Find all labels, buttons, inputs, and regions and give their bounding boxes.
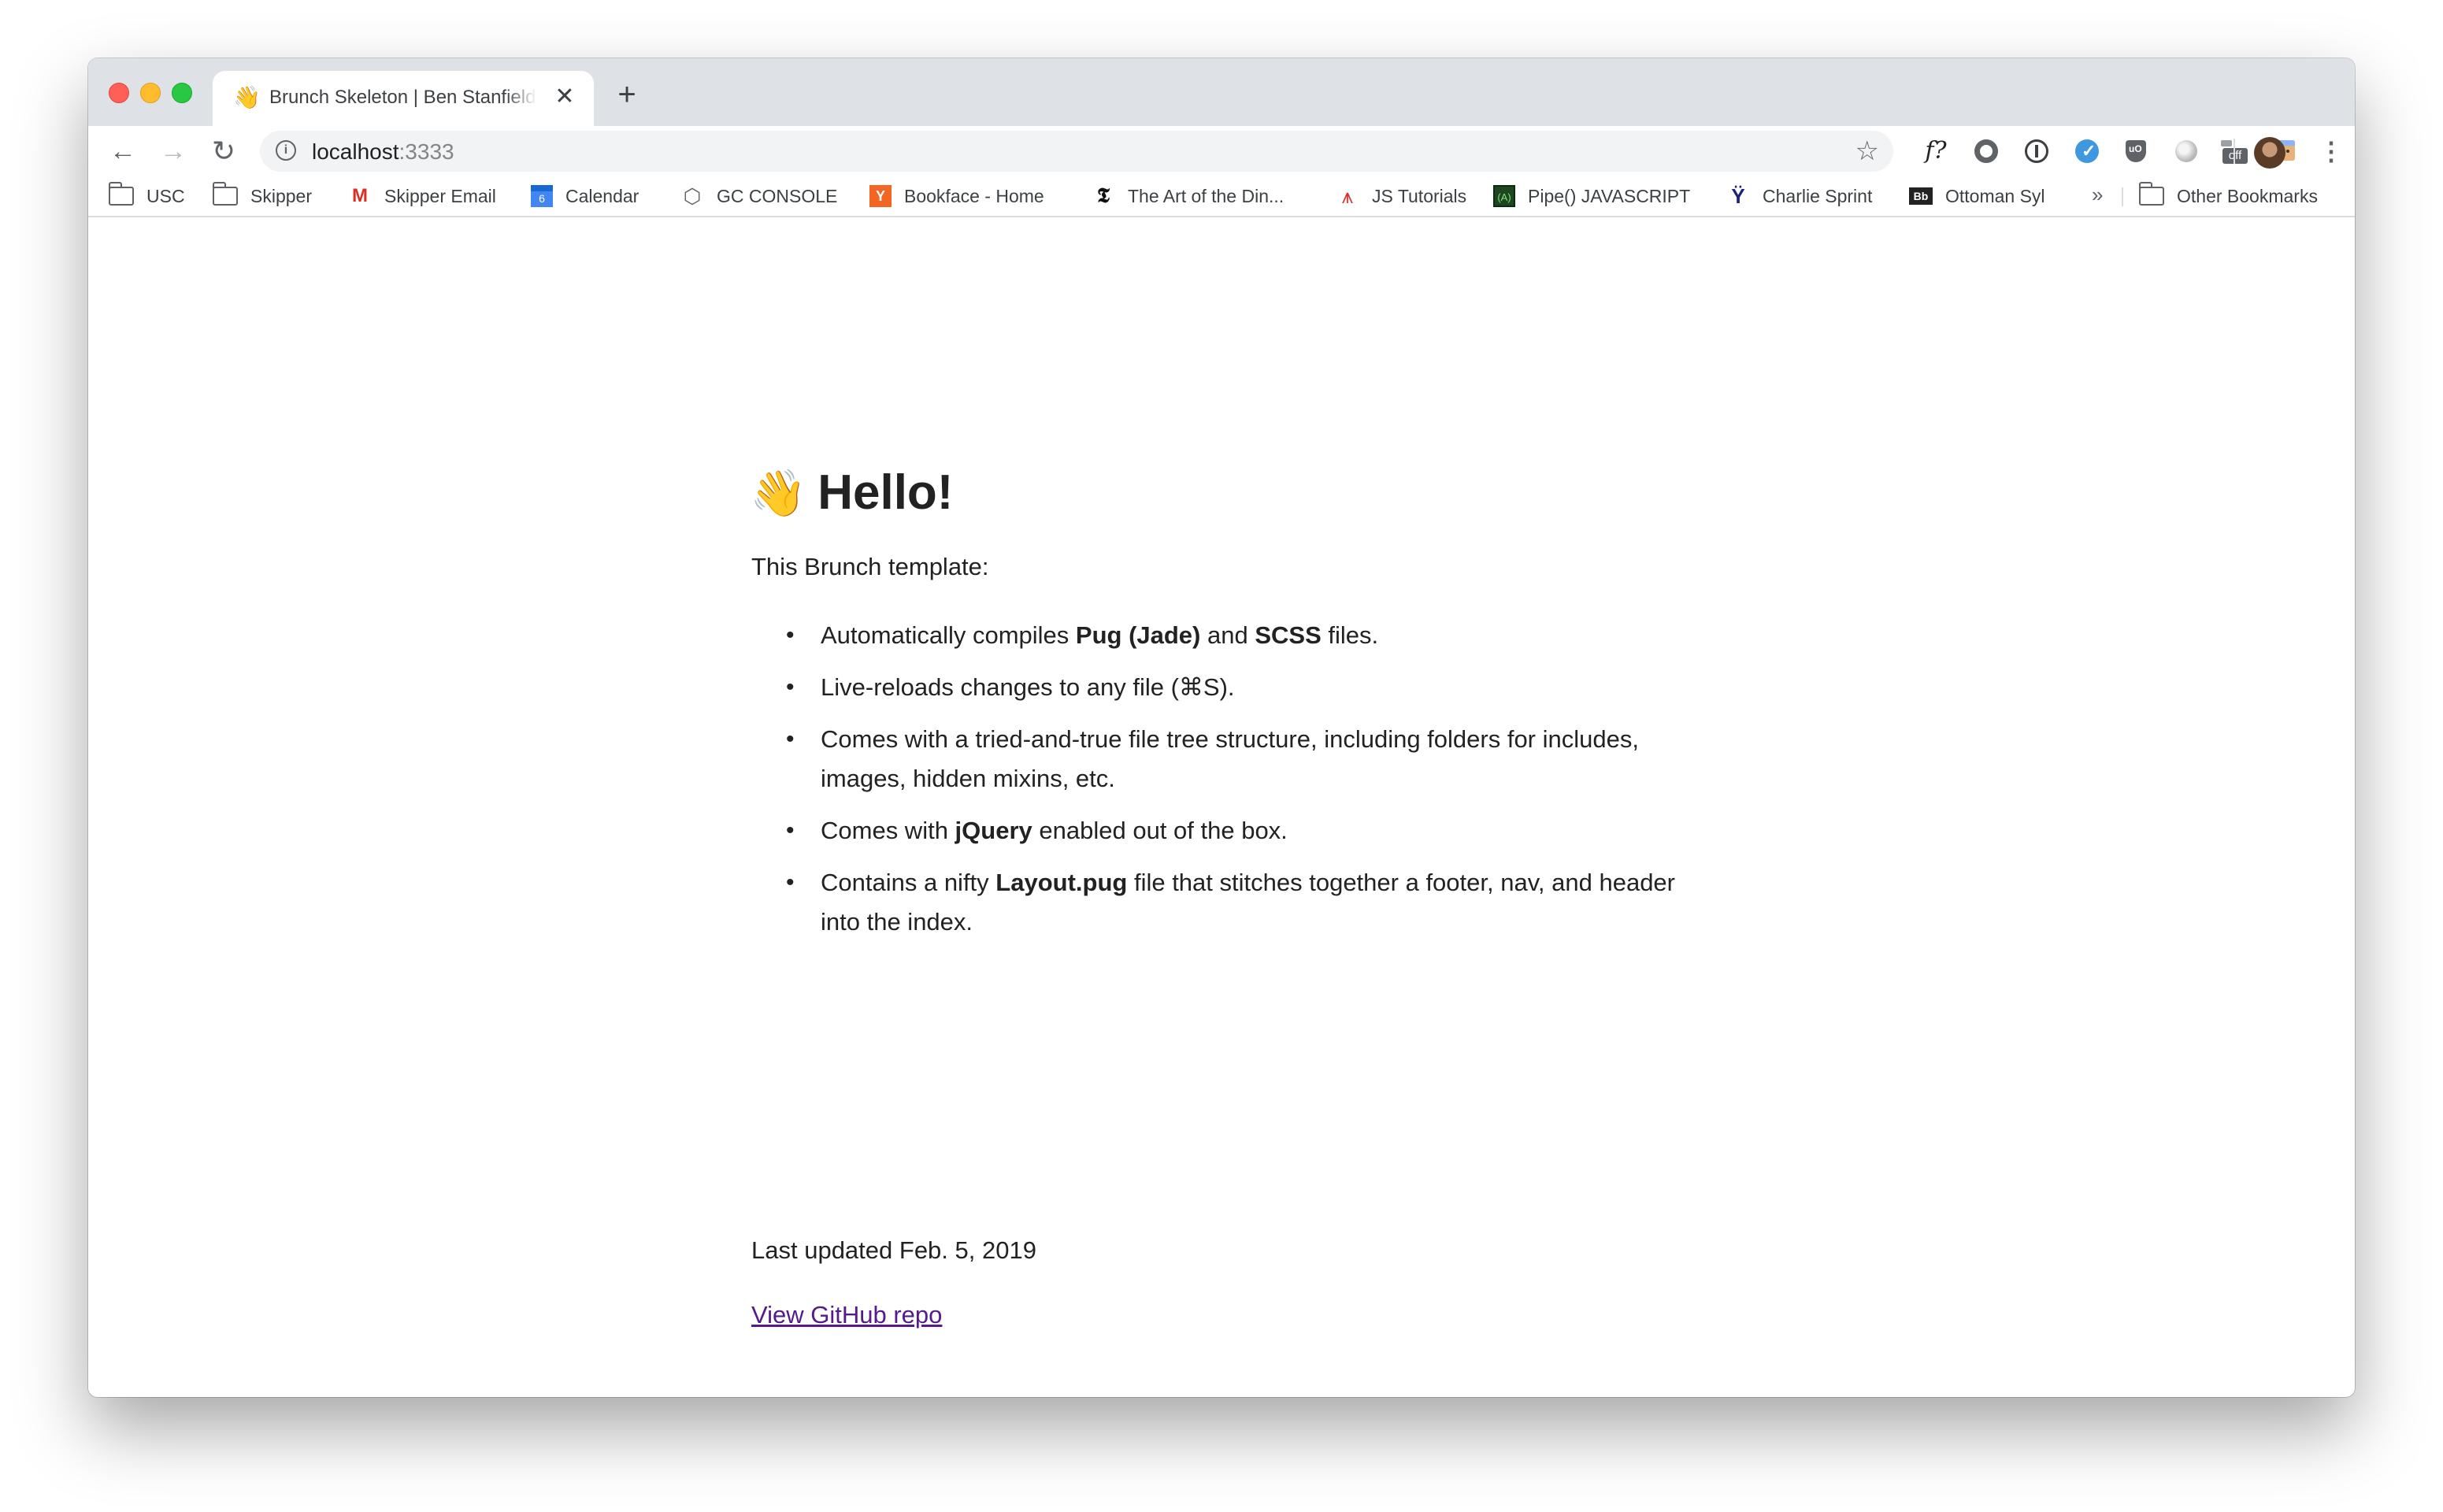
bookmark-art-of-dinner[interactable]: 𝕿 The Art of the Din... — [1092, 184, 1284, 208]
github-repo-link[interactable]: View GitHub repo — [751, 1301, 942, 1329]
page-viewport: 👋 Hello! This Brunch template: • Automatic… — [88, 217, 2355, 1397]
url-text[interactable]: localhost:3333 — [312, 139, 454, 165]
ycombinator-icon: Y — [869, 185, 892, 207]
bookmark-js-tutorials[interactable]: ⩚ JS Tutorials — [1336, 184, 1467, 208]
url-port: :3333 — [399, 139, 454, 164]
bookmark-label: The Art of the Din... — [1128, 185, 1285, 206]
bb-icon: Bb — [1909, 187, 1933, 205]
forward-button[interactable]: → — [156, 134, 191, 169]
bookmark-other-bookmarks[interactable]: Other Bookmarks — [2138, 182, 2318, 208]
bullet: • — [786, 622, 795, 648]
close-icon[interactable]: ✕ — [551, 83, 578, 110]
item-text: enabled out of the box. — [1032, 817, 1288, 844]
gmail-icon: M — [352, 185, 368, 206]
bookmark-label: Pipe() JAVASCRIPT — [1528, 185, 1691, 206]
more-bookmarks-chevron-icon[interactable]: » — [2092, 183, 2103, 207]
bookmark-calendar[interactable]: 6 Calendar — [531, 184, 639, 208]
bookmark-label: Skipper Email — [384, 185, 496, 206]
list-item: • Live-reloads changes to any file (⌘S). — [751, 668, 1681, 707]
bookmark-skipper[interactable]: Skipper — [212, 182, 312, 208]
item-bold: Pug (Jade) — [1075, 621, 1201, 649]
item-bold: Layout.pug — [995, 869, 1128, 896]
bookmark-label: JS Tutorials — [1372, 185, 1467, 206]
folder-icon — [108, 182, 134, 206]
desktop-background: 👋 Brunch Skeleton | Ben Stanfield ✕ + ← … — [0, 0, 2443, 1512]
folder-icon — [2138, 182, 2164, 206]
tower-icon: ⩚ — [1341, 184, 1354, 208]
site-info-icon[interactable]: i — [276, 140, 296, 161]
new-tab-button[interactable]: + — [610, 77, 644, 112]
item-text: Contains a nifty — [821, 869, 996, 896]
bookmark-ottoman-syl[interactable]: Bb Ottoman Syl — [1909, 184, 2045, 208]
onepassword-extension-icon[interactable] — [2021, 135, 2052, 167]
address-bar[interactable]: i localhost:3333 ☆ — [260, 131, 1893, 172]
browser-window: 👋 Brunch Skeleton | Ben Stanfield ✕ + ← … — [88, 58, 2355, 1397]
list-item: • Comes with jQuery enabled out of the bo… — [751, 811, 1681, 850]
bookmarks-divider — [2122, 187, 2123, 206]
bookmark-label: Charlie Sprint — [1763, 185, 1873, 206]
waving-hand-icon: 👋 — [750, 468, 807, 519]
browser-toolbar: ← → ↻ i localhost:3333 ☆ f? ✓ uO off — [88, 126, 2355, 176]
whatfont-extension-icon[interactable]: f? — [1920, 135, 1952, 167]
box-face-extension-icon[interactable] — [2268, 135, 2300, 167]
zoom-window-button[interactable] — [172, 83, 192, 103]
intro-text: This Brunch template: — [751, 553, 989, 580]
bookmark-charlie-sprint[interactable]: Ÿ Charlie Sprint — [1726, 184, 1872, 208]
tab-title: Brunch Skeleton | Ben Stanfield — [269, 87, 536, 108]
bookmark-label: GC CONSOLE — [717, 185, 838, 206]
list-item: • Comes with a tried-and-true file tree s… — [751, 720, 1681, 799]
toggle-off-extension-icon[interactable]: off — [2218, 135, 2249, 167]
folder-icon — [212, 182, 238, 206]
bookmark-pipe-javascript[interactable]: (A) Pipe() JAVASCRIPT — [1493, 184, 1690, 208]
yale-icon: Ÿ — [1731, 184, 1745, 208]
reload-button[interactable]: ↻ — [206, 134, 241, 169]
bookmark-label: Bookface - Home — [904, 185, 1044, 206]
bullet: • — [786, 726, 795, 752]
close-window-button[interactable] — [109, 83, 129, 103]
back-button[interactable]: ← — [106, 134, 140, 169]
bullet: • — [786, 817, 795, 843]
record-extension-icon[interactable] — [1970, 135, 2002, 167]
bookmark-label: Skipper — [250, 185, 312, 206]
bookmark-label: Other Bookmarks — [2177, 185, 2318, 206]
item-text: Live-reloads changes to any file (⌘S). — [821, 673, 1235, 701]
gcp-icon: ⬡ — [683, 184, 702, 208]
bookmark-label: USC — [146, 185, 185, 206]
bullet: • — [786, 869, 795, 895]
bookmark-usc[interactable]: USC — [108, 182, 185, 208]
item-bold: jQuery — [955, 817, 1032, 844]
bookmark-bookface[interactable]: Y Bookface - Home — [869, 184, 1044, 208]
last-updated-text: Last updated Feb. 5, 2019 — [751, 1236, 1036, 1264]
item-text: Comes with a tried-and-true file tree st… — [821, 725, 1639, 792]
bullet: • — [786, 674, 795, 700]
item-text: files. — [1321, 621, 1379, 649]
item-text: Comes with — [821, 817, 955, 844]
item-bold: SCSS — [1255, 621, 1322, 649]
bookmark-skipper-email[interactable]: M Skipper Email — [348, 184, 496, 208]
bookmark-gc-console[interactable]: ⬡ GC CONSOLE — [680, 184, 838, 208]
heading-text: Hello! — [817, 465, 954, 520]
item-text: Automatically compiles — [821, 621, 1076, 649]
minimize-window-button[interactable] — [140, 83, 161, 103]
bookmark-label: Ottoman Syl — [1945, 185, 2045, 206]
nyt-icon: 𝕿 — [1097, 184, 1110, 208]
bookmarks-bar: USC Skipper M Skipper Email 6 Calendar ⬡… — [88, 176, 2355, 217]
url-host: localhost — [312, 139, 399, 164]
calendar-icon: 6 — [531, 185, 553, 207]
list-item: • Automatically compiles Pug (Jade) and S… — [751, 616, 1681, 655]
item-text: and — [1200, 621, 1255, 649]
code-icon: (A) — [1493, 185, 1515, 207]
gray-circle-extension-icon[interactable] — [2171, 135, 2202, 167]
list-item: • Contains a nifty Layout.pug file that s… — [751, 863, 1681, 942]
bookmark-label: Calendar — [565, 185, 639, 206]
tab-strip: 👋 Brunch Skeleton | Ben Stanfield ✕ + — [88, 58, 2355, 126]
bookmark-star-icon[interactable]: ☆ — [1855, 135, 1879, 167]
page-title: 👋 Hello! — [750, 461, 953, 525]
off-badge: off — [2222, 148, 2248, 164]
tab-active[interactable]: 👋 Brunch Skeleton | Ben Stanfield ✕ — [213, 71, 594, 126]
vimeo-extension-icon[interactable]: ✓ — [2071, 135, 2103, 167]
wave-icon: 👋 — [233, 85, 261, 109]
feature-list: • Automatically compiles Pug (Jade) and S… — [751, 616, 1681, 954]
ublock-shield-icon[interactable]: uO — [2120, 135, 2152, 167]
